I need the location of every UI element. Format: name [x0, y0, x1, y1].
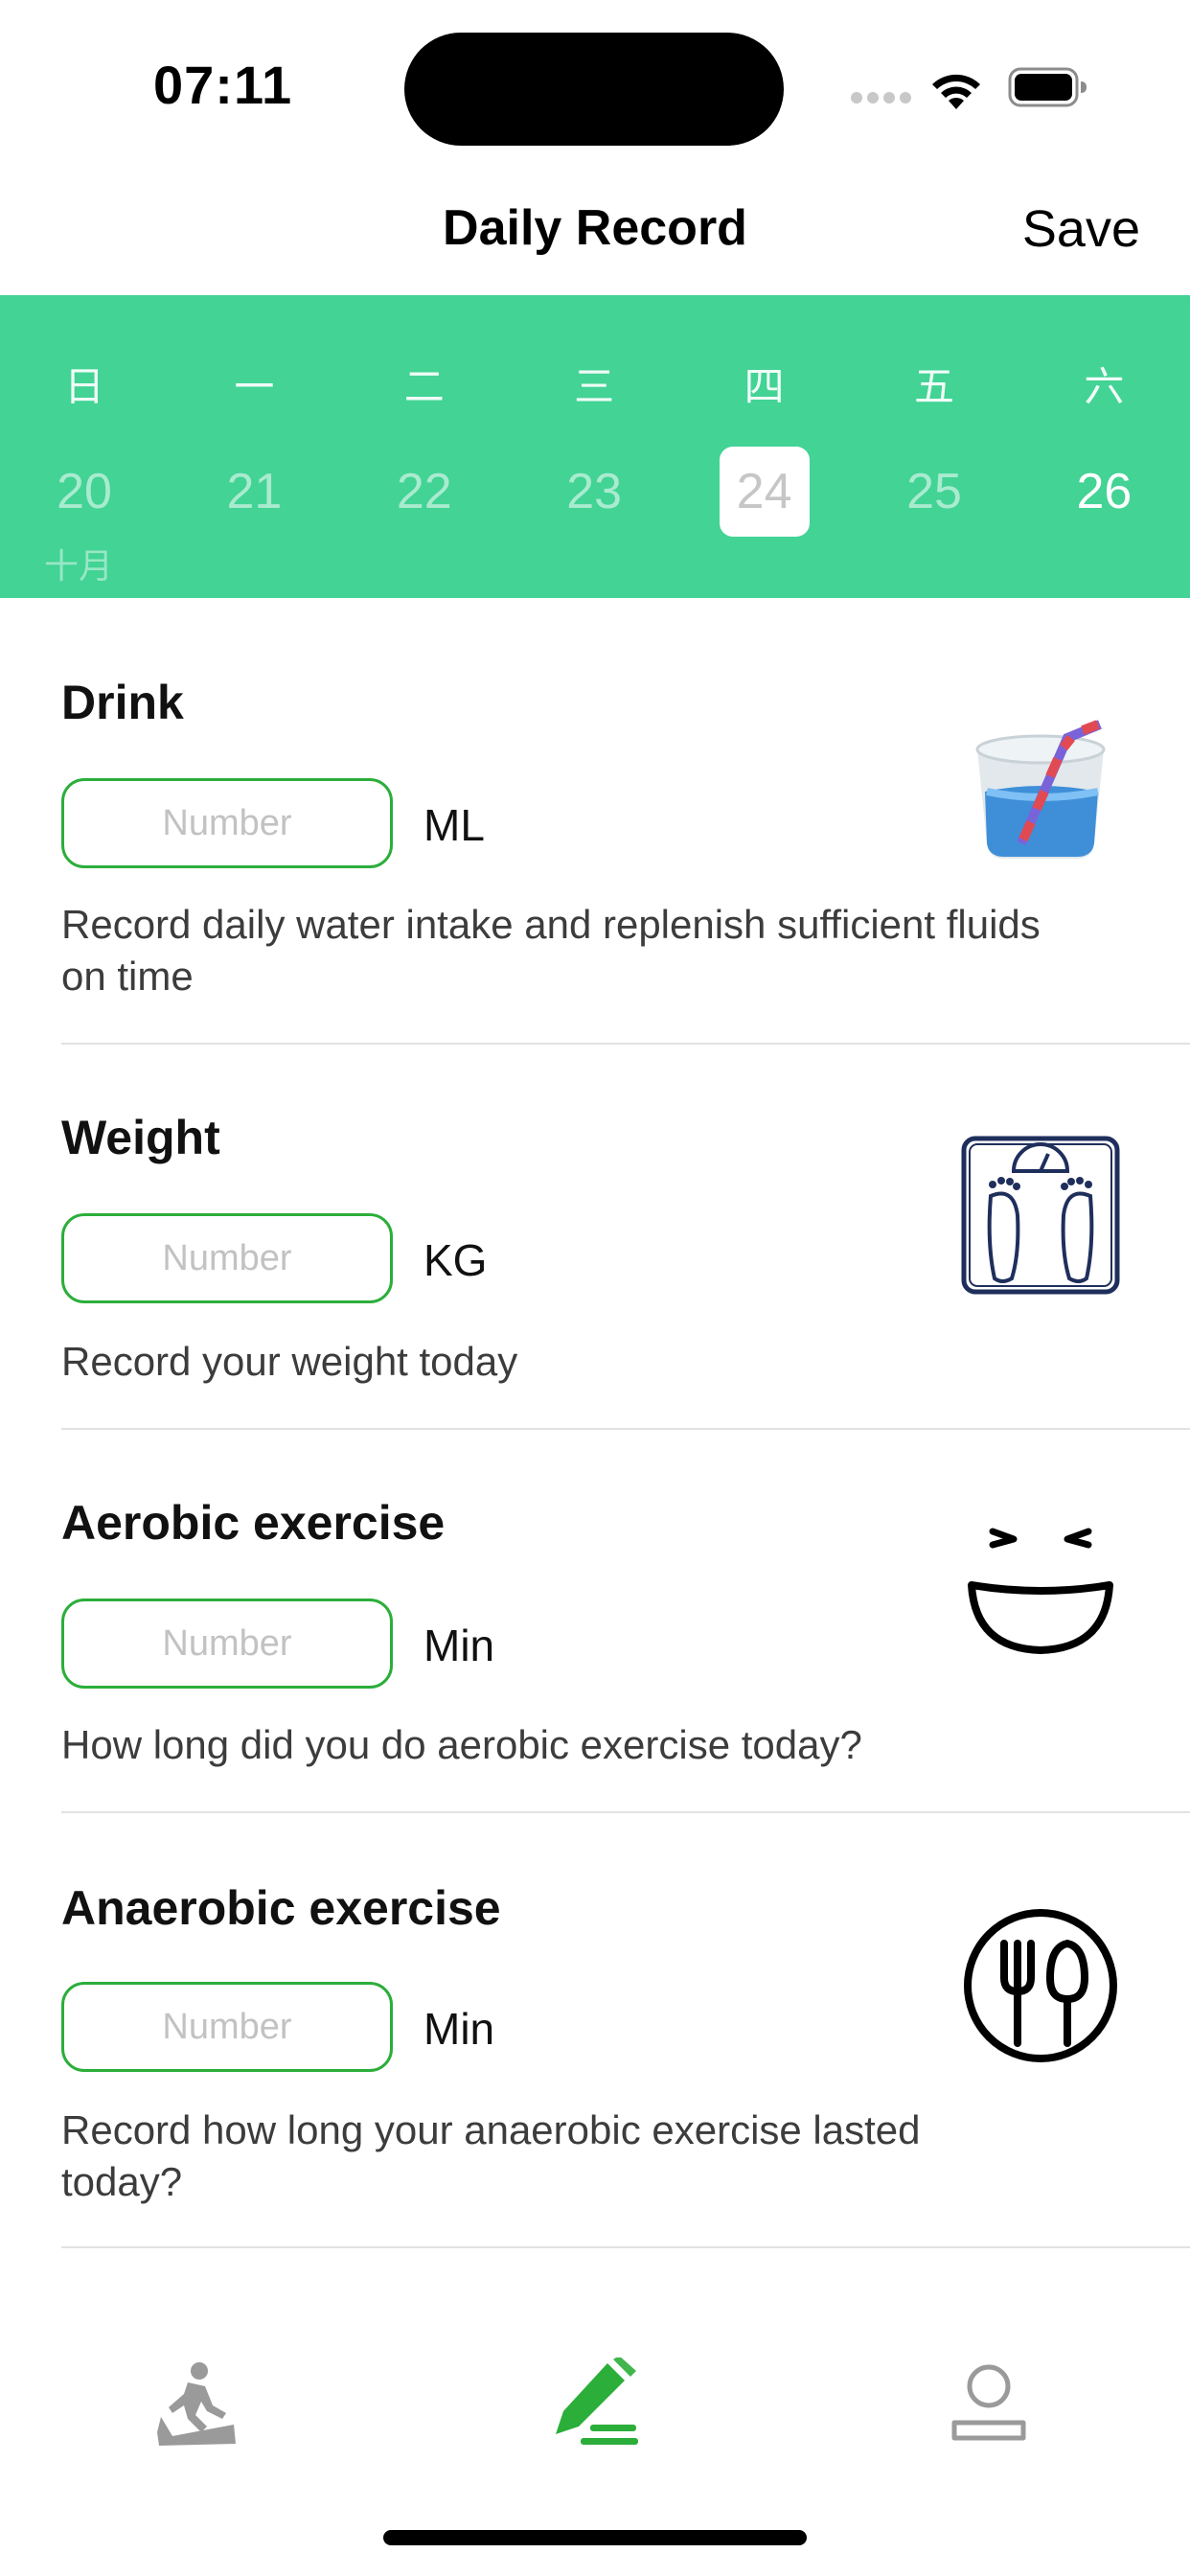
water-glass-icon	[954, 700, 1127, 872]
status-time: 07:11	[153, 55, 293, 115]
calendar-day-column[interactable]: 一 21	[192, 295, 316, 598]
weekday-label: 五	[913, 364, 954, 409]
section-divider	[61, 1428, 1190, 1430]
unit-label: Min	[423, 2004, 495, 2054]
calendar-day-column[interactable]: 三 23	[532, 295, 656, 598]
weekday-label: 一	[234, 364, 275, 409]
calendar-day-number[interactable]: 20	[39, 447, 129, 537]
calendar-day-number[interactable]: 25	[889, 447, 979, 537]
save-button[interactable]: Save	[1022, 199, 1140, 259]
tab-bar	[0, 2300, 1190, 2501]
section-description: Record how long your anaerobic exercise …	[61, 2107, 921, 2204]
home-indicator	[383, 2530, 807, 2545]
calendar-day-number[interactable]: 22	[379, 447, 469, 537]
weekday-label: 三	[574, 364, 615, 409]
calendar-day-number[interactable]: 26	[1059, 447, 1149, 537]
aerobic-number-input[interactable]	[61, 1598, 393, 1689]
section-title: Drink	[61, 676, 184, 729]
calendar-day-column[interactable]: 六 26	[1041, 295, 1166, 598]
week-calendar: 日 20 一 21 二 22 三 23 四 24 五 25 六 26	[0, 295, 1190, 598]
section-divider	[61, 1811, 1190, 1813]
drink-number-input[interactable]	[61, 778, 393, 868]
unit-label: ML	[423, 800, 485, 850]
month-label: 十月	[44, 546, 114, 586]
section-title: Anaerobic exercise	[61, 1881, 501, 1935]
tab-treadmill-icon[interactable]	[149, 2358, 245, 2453]
tab-profile-icon[interactable]	[941, 2358, 1037, 2453]
wifi-icon	[932, 74, 980, 109]
weight-scale-icon	[954, 1129, 1127, 1301]
section-title: Weight	[61, 1111, 220, 1164]
unit-label: Min	[423, 1621, 495, 1670]
section-description: How long did you do aerobic exercise tod…	[61, 1722, 862, 1767]
section-description: Record your weight today	[61, 1339, 518, 1384]
calendar-day-column[interactable]: 五 25	[872, 295, 996, 598]
navigation-bar: Daily Record Save	[0, 172, 1190, 295]
calendar-day-number[interactable]: 23	[549, 447, 639, 537]
page-title: Daily Record	[443, 200, 747, 256]
section-divider	[61, 2246, 1190, 2248]
calendar-day-column[interactable]: 二 22	[362, 295, 487, 598]
calendar-day-number[interactable]: 24	[719, 447, 810, 537]
section-title: Aerobic exercise	[61, 1496, 446, 1550]
weight-number-input[interactable]	[61, 1213, 393, 1303]
dynamic-island	[404, 33, 784, 146]
section-divider	[61, 1043, 1190, 1045]
weekday-label: 日	[63, 364, 104, 409]
weekday-label: 四	[744, 364, 785, 409]
fork-spoon-icon	[954, 1899, 1127, 2072]
cellular-signal-icon	[851, 92, 912, 105]
anaerobic-number-input[interactable]	[61, 1982, 393, 2072]
weekday-label: 二	[403, 364, 445, 409]
unit-label: KG	[423, 1235, 488, 1285]
section-description: Record daily water intake and replenish …	[61, 902, 1041, 999]
laughing-face-icon	[954, 1514, 1127, 1687]
battery-icon	[1008, 67, 1087, 107]
weekday-label: 六	[1084, 364, 1125, 409]
status-bar: 07:11	[0, 0, 1190, 172]
calendar-day-column[interactable]: 四 24	[702, 295, 827, 598]
tab-edit-pencil-icon[interactable]	[546, 2358, 642, 2453]
calendar-day-number[interactable]: 21	[209, 447, 299, 537]
